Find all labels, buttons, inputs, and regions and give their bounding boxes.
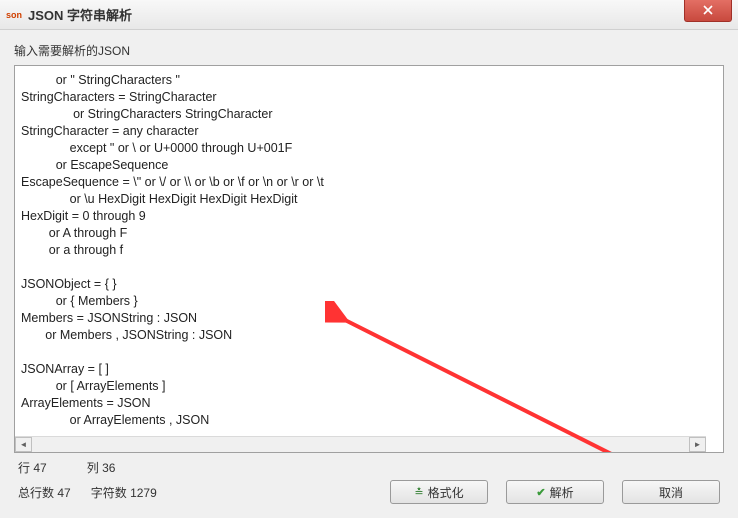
format-button-label: 格式化 [428, 484, 464, 501]
button-bar: ≛ 格式化 ✔ 解析 取消 [390, 480, 720, 504]
char-count-value: 1279 [130, 486, 157, 500]
col-label: 列 [87, 461, 99, 475]
cancel-button[interactable]: 取消 [622, 480, 720, 504]
counts: 总行数 47 字符数 1279 [18, 484, 157, 501]
cancel-button-label: 取消 [659, 484, 683, 501]
format-button[interactable]: ≛ 格式化 [390, 480, 488, 504]
line-label: 行 [18, 461, 30, 475]
json-input[interactable]: or " StringCharacters " StringCharacters… [15, 70, 723, 436]
cursor-status: 行 47 列 36 [14, 453, 724, 478]
scroll-left-icon[interactable]: ◄ [15, 437, 32, 452]
input-label: 输入需要解析的JSON [14, 42, 724, 59]
scroll-track[interactable] [32, 437, 689, 452]
char-count-label: 字符数 [91, 486, 127, 500]
total-lines: 总行数 47 [18, 484, 71, 501]
total-lines-label: 总行数 [18, 486, 54, 500]
parse-button[interactable]: ✔ 解析 [506, 480, 604, 504]
column-status: 列 36 [87, 459, 116, 476]
total-lines-value: 47 [57, 486, 70, 500]
check-icon: ✔ [536, 486, 545, 499]
horizontal-scrollbar[interactable]: ◄ ► [15, 436, 706, 452]
line-status: 行 47 [18, 459, 47, 476]
col-value: 36 [102, 461, 115, 475]
parse-button-label: 解析 [550, 484, 574, 501]
app-icon: son [6, 7, 22, 23]
close-button[interactable] [684, 0, 732, 22]
close-icon [703, 5, 713, 15]
window-title: JSON 字符串解析 [28, 5, 132, 24]
scroll-right-icon[interactable]: ► [689, 437, 706, 452]
format-icon: ≛ [414, 486, 423, 499]
text-container: or " StringCharacters " StringCharacters… [14, 65, 724, 453]
char-count: 字符数 1279 [91, 484, 157, 501]
line-value: 47 [33, 461, 46, 475]
titlebar: son JSON 字符串解析 [0, 0, 738, 30]
content-area: 输入需要解析的JSON or " StringCharacters " Stri… [0, 30, 738, 518]
titlebar-left: son JSON 字符串解析 [6, 5, 132, 24]
bottom-row: 总行数 47 字符数 1279 ≛ 格式化 ✔ 解析 取消 [14, 478, 724, 510]
